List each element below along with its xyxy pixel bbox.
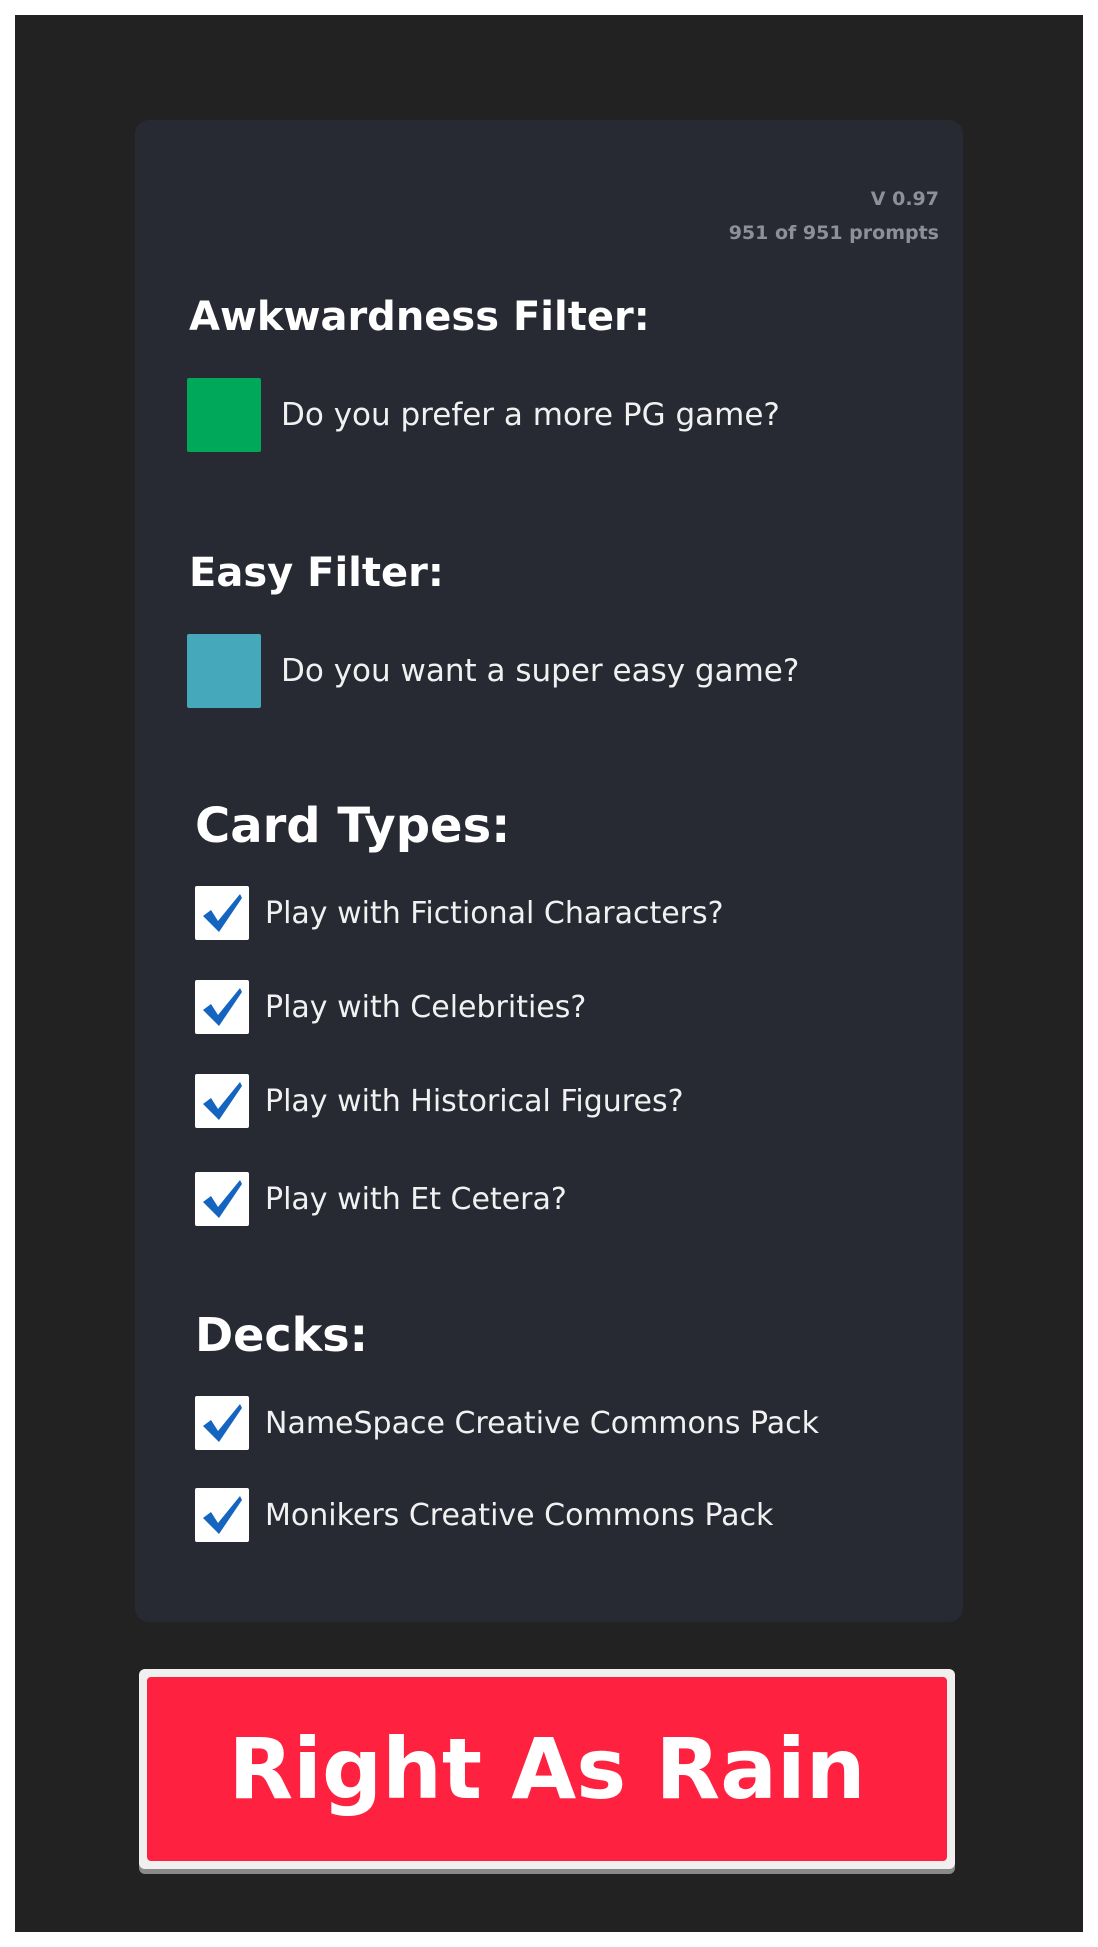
card-type-fictional-characters[interactable]: Play with Fictional Characters? <box>195 886 724 940</box>
checkbox[interactable] <box>195 886 249 940</box>
awkwardness-filter-label: Do you prefer a more PG game? <box>281 397 780 433</box>
checkmark-icon <box>203 1496 242 1534</box>
awkwardness-filter-toggle[interactable]: Do you prefer a more PG game? <box>187 378 780 452</box>
checkbox-label: Play with Celebrities? <box>265 989 587 1025</box>
version-info: V 0.97 951 of 951 prompts <box>729 182 939 250</box>
checkbox[interactable] <box>195 980 249 1034</box>
easy-filter-toggle[interactable]: Do you want a super easy game? <box>187 634 799 708</box>
awkwardness-filter-heading: Awkwardness Filter: <box>189 294 650 340</box>
checkbox[interactable] <box>195 1396 249 1450</box>
checkmark-icon <box>203 988 242 1026</box>
checkbox[interactable] <box>195 1488 249 1542</box>
checkbox-label: Play with Et Cetera? <box>265 1181 567 1217</box>
card-type-celebrities[interactable]: Play with Celebrities? <box>195 980 586 1034</box>
card-type-historical-figures[interactable]: Play with Historical Figures? <box>195 1074 684 1128</box>
checkmark-icon <box>203 1180 242 1218</box>
deck-monikers-pack[interactable]: Monikers Creative Commons Pack <box>195 1488 773 1542</box>
checkbox-label: Play with Historical Figures? <box>265 1083 684 1119</box>
card-types-heading: Card Types: <box>195 798 511 854</box>
checkbox-label: Monikers Creative Commons Pack <box>265 1497 774 1533</box>
easy-filter-heading: Easy Filter: <box>189 550 444 596</box>
checkbox[interactable] <box>195 1074 249 1128</box>
easy-filter-label: Do you want a super easy game? <box>281 653 800 689</box>
version-label: V 0.97 <box>870 188 939 210</box>
right-as-rain-button-label: Right As Rain <box>228 1720 866 1818</box>
checkmark-icon <box>203 1082 242 1120</box>
prompt-count: 951 of 951 prompts <box>728 222 939 244</box>
easy-filter-swatch[interactable] <box>187 634 261 708</box>
checkbox[interactable] <box>195 1172 249 1226</box>
app-frame: V 0.97 951 of 951 prompts Awkwardness Fi… <box>15 15 1083 1932</box>
card-type-et-cetera[interactable]: Play with Et Cetera? <box>195 1172 567 1226</box>
right-as-rain-button[interactable]: Right As Rain <box>139 1669 955 1869</box>
checkbox-label: Play with Fictional Characters? <box>265 895 724 931</box>
right-as-rain-button-face[interactable]: Right As Rain <box>147 1677 947 1861</box>
settings-panel: V 0.97 951 of 951 prompts Awkwardness Fi… <box>135 120 963 1622</box>
awkwardness-filter-swatch[interactable] <box>187 378 261 452</box>
checkmark-icon <box>203 1404 242 1442</box>
decks-heading: Decks: <box>195 1308 369 1362</box>
deck-namespace-pack[interactable]: NameSpace Creative Commons Pack <box>195 1396 819 1450</box>
checkbox-label: NameSpace Creative Commons Pack <box>265 1405 820 1441</box>
checkmark-icon <box>203 894 242 932</box>
